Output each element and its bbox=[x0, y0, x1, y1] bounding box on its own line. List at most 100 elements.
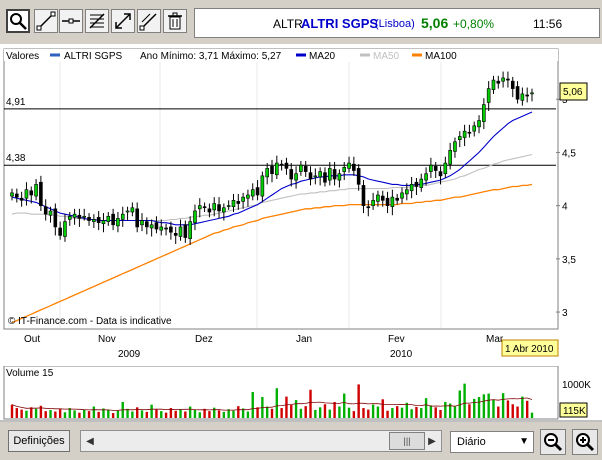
volume-bar bbox=[237, 406, 240, 418]
quote-price: 5,06 bbox=[421, 15, 449, 31]
volume-bar bbox=[213, 407, 216, 418]
volume-bar bbox=[381, 399, 384, 418]
volume-bar bbox=[140, 410, 144, 418]
candle-body bbox=[530, 92, 534, 95]
candle-body bbox=[347, 162, 351, 169]
volume-bar bbox=[362, 408, 365, 418]
diagonal-line-button[interactable] bbox=[137, 9, 161, 33]
candlesticks bbox=[10, 71, 534, 246]
expand-arrows-button[interactable] bbox=[111, 9, 135, 33]
candle-body bbox=[453, 141, 457, 152]
price-chart-area[interactable]: Valores ALTRI SGPS Ano Mínimo: 3,71 Máxi… bbox=[0, 44, 602, 366]
candle-body bbox=[433, 165, 438, 171]
zoom-select-button[interactable] bbox=[6, 9, 30, 33]
candle-body bbox=[212, 203, 217, 211]
volume-bar bbox=[49, 409, 52, 418]
time-scrollbar[interactable]: ◀ ||| ▶ bbox=[80, 430, 442, 452]
volume-bar bbox=[232, 410, 235, 418]
price-tag: 5,06 bbox=[563, 87, 583, 98]
toolbar: ALTR ALTRI SGPS (Lisboa) 5,06 +0,80% 11:… bbox=[0, 0, 602, 44]
volume-current: 115K bbox=[563, 406, 586, 417]
candle-body bbox=[265, 168, 269, 178]
y-axis-label: 4 bbox=[562, 202, 568, 213]
candle-body bbox=[202, 206, 207, 209]
candle-body bbox=[188, 221, 192, 239]
candle-body bbox=[308, 172, 313, 180]
candle-body bbox=[120, 213, 125, 220]
volume-bar bbox=[116, 410, 120, 418]
volume-bar bbox=[328, 409, 331, 418]
candle-body bbox=[164, 227, 168, 230]
candle-body bbox=[405, 189, 409, 195]
legend-ma20: MA20 bbox=[309, 51, 336, 62]
volume-bar bbox=[126, 408, 129, 418]
legend-range-text: Ano Mínimo: 3,71 Máximo: 5,27 bbox=[140, 51, 282, 62]
delete-drawing-button[interactable] bbox=[163, 9, 187, 33]
candle-body bbox=[96, 217, 101, 223]
volume-bar bbox=[44, 411, 47, 418]
candle-body bbox=[236, 201, 241, 204]
volume-bar bbox=[487, 393, 490, 418]
candle-body bbox=[371, 200, 375, 206]
volume-bar bbox=[294, 400, 298, 418]
volume-bar bbox=[415, 406, 418, 418]
volume-bar bbox=[352, 411, 356, 418]
zoom-in-button[interactable] bbox=[572, 429, 598, 455]
zoom-out-icon bbox=[544, 433, 563, 452]
x-axis-month-label: Mar bbox=[486, 334, 504, 345]
volume-bar bbox=[304, 406, 307, 418]
fibonacci-button[interactable] bbox=[85, 9, 109, 33]
scroll-right-arrow-icon[interactable]: ▶ bbox=[425, 433, 439, 449]
volume-chart: Volume 15 1000K 115K bbox=[3, 365, 591, 420]
candle-body bbox=[448, 150, 452, 165]
definitions-button[interactable]: Definições bbox=[8, 430, 70, 452]
volume-bar bbox=[299, 408, 303, 418]
horizontal-line-label: 4,91 bbox=[6, 97, 26, 108]
volume-bar bbox=[265, 406, 269, 418]
horizontal-line-button[interactable] bbox=[59, 9, 83, 33]
quote-change: +0,80% bbox=[453, 17, 495, 31]
candle-body bbox=[414, 181, 419, 187]
trend-line-button[interactable] bbox=[34, 9, 58, 33]
volume-bar bbox=[256, 407, 259, 418]
y-axis-label: 3 bbox=[562, 308, 568, 319]
scroll-thumb[interactable]: ||| bbox=[389, 432, 425, 450]
candle-body bbox=[323, 172, 327, 183]
scroll-left-arrow-icon[interactable]: ◀ bbox=[83, 433, 97, 449]
candle-body bbox=[520, 93, 525, 101]
candle-body bbox=[366, 206, 371, 209]
candle-body bbox=[289, 169, 294, 180]
candle-body bbox=[87, 217, 91, 221]
x-axis-month-label: Dez bbox=[195, 334, 213, 345]
price-chart[interactable]: Valores ALTRI SGPS Ano Mínimo: 3,71 Máxi… bbox=[0, 44, 602, 366]
quote-exchange: (Lisboa) bbox=[375, 18, 415, 30]
candle-body bbox=[169, 226, 173, 233]
candle-body bbox=[443, 162, 448, 175]
candle-body bbox=[222, 207, 226, 213]
candle-body bbox=[29, 190, 34, 196]
volume-chart-area[interactable]: Volume 15 1000K 115K bbox=[0, 365, 602, 420]
volume-bar bbox=[525, 400, 529, 418]
zoom-out-button[interactable] bbox=[540, 429, 566, 455]
volume-bar bbox=[439, 409, 442, 418]
volume-bar bbox=[434, 407, 437, 418]
volume-bar bbox=[92, 406, 96, 418]
volume-bar bbox=[188, 406, 192, 418]
volume-bar bbox=[333, 401, 336, 418]
candle-body bbox=[82, 215, 87, 218]
period-select[interactable]: Diário ▼ bbox=[450, 431, 534, 453]
candle-body bbox=[34, 184, 38, 197]
x-axis-month-label: Out bbox=[24, 334, 40, 345]
candle-body bbox=[270, 165, 274, 175]
volume-bar bbox=[347, 407, 351, 418]
candle-body bbox=[255, 187, 260, 196]
volume-bar bbox=[63, 412, 67, 418]
volume-bar bbox=[160, 411, 163, 418]
trend-line-icon bbox=[36, 11, 56, 31]
candle-body bbox=[116, 218, 120, 227]
candle-body bbox=[250, 189, 255, 197]
legend-ma50: MA50 bbox=[373, 51, 400, 62]
candle-body bbox=[48, 210, 53, 216]
volume-bar bbox=[343, 393, 346, 418]
candle-body bbox=[207, 208, 212, 213]
